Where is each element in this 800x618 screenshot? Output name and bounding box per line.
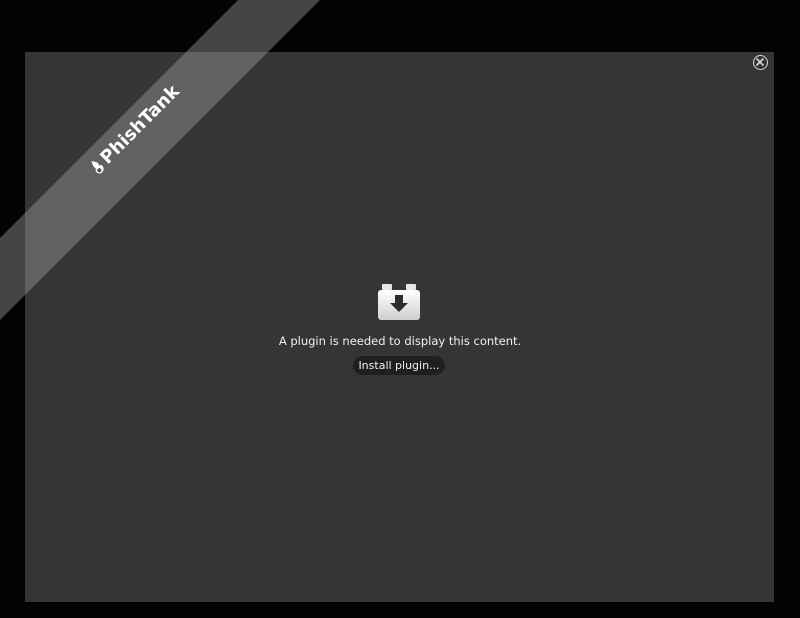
plugin-required-message: A plugin is needed to display this conte…: [278, 334, 522, 348]
page: PhishTank A plugin is needed to display …: [0, 0, 800, 618]
close-button[interactable]: [753, 55, 768, 70]
plugin-download-icon: [378, 284, 420, 320]
install-plugin-button[interactable]: Install plugin...: [353, 356, 445, 375]
close-icon: [756, 58, 764, 66]
